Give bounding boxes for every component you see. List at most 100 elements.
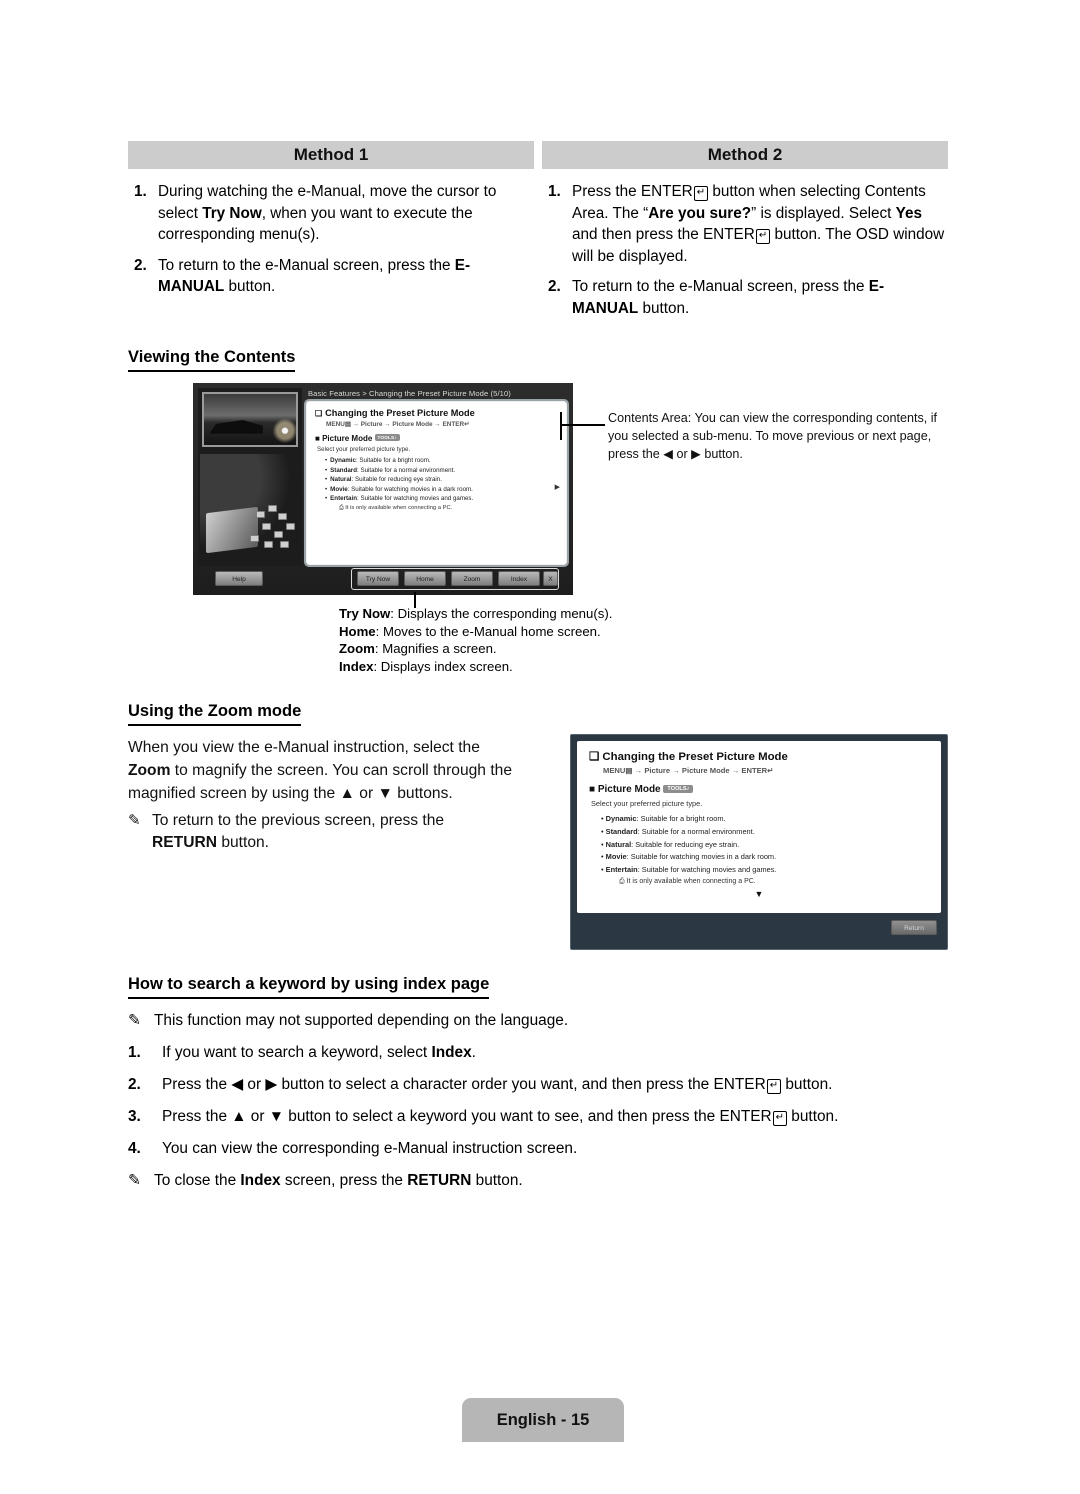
filled-square-icon: ■	[589, 784, 596, 795]
step-text: During watching the e-Manual, move the c…	[158, 183, 497, 243]
try-now-button[interactable]: Try Now	[357, 571, 399, 586]
note-text: To close the Index screen, press the RET…	[154, 1172, 523, 1189]
tools-badge: TOOLS♪	[663, 785, 694, 793]
pencil-note-icon: ✎	[128, 1172, 141, 1189]
list-item: Zoom: Magnifies a screen.	[339, 641, 497, 657]
step-number: 1.	[548, 183, 561, 200]
list-item: 1. Press the ENTER ↵ button when selectin…	[542, 181, 948, 267]
return-button[interactable]: Return	[891, 920, 937, 935]
zoom-panel-menu-path: MENU▤ → Picture → Picture Mode → ENTER↵	[603, 766, 774, 775]
list-item: 3. Press the ▲ or ▼ button to select a k…	[128, 1106, 928, 1128]
section-heading-viewing-contents: Viewing the Contents	[128, 348, 296, 372]
filled-square-icon: ■	[315, 434, 320, 443]
step-number: 3.	[128, 1108, 141, 1125]
home-button[interactable]: Home	[404, 571, 446, 586]
tv-artwork	[200, 454, 300, 562]
zoom-panel-note: Select your preferred picture type.	[591, 799, 703, 808]
list-item: 2. Press the ◀ or ▶ button to select a c…	[128, 1074, 928, 1096]
scroll-down-icon[interactable]: ▼	[589, 889, 929, 899]
list-item: • Natural: Suitable for reducing eye str…	[601, 839, 740, 849]
zoom-panel-subtitle: ■ Picture Mode TOOLS♪	[589, 784, 929, 795]
note-icon: ⎙	[619, 877, 625, 885]
method-1-steps: 1. During watching the e-Manual, move th…	[128, 169, 534, 298]
note-text: This function may not supported dependin…	[154, 1012, 569, 1029]
app-icon	[250, 535, 259, 542]
step-number: 2.	[134, 256, 147, 274]
checkbox-square-icon: ❑	[589, 751, 600, 763]
step-text: If you want to search a keyword, select …	[162, 1044, 476, 1061]
tv-set-graphic	[206, 506, 258, 554]
app-icon	[256, 511, 265, 518]
zoom-mode-screenshot: ❑ Changing the Preset Picture Mode MENU▤…	[570, 734, 948, 950]
list-item: Home: Moves to the e-Manual home screen.	[339, 623, 601, 639]
list-item: Index: Displays index screen.	[339, 658, 513, 674]
list-item: 2. To return to the e-Manual screen, pre…	[128, 255, 534, 298]
step-number: 1.	[134, 183, 147, 200]
zoom-mode-paragraph: When you view the e-Manual instruction, …	[128, 739, 512, 802]
contents-area[interactable]: ❑ Changing the Preset Picture Mode MENU▤ …	[304, 399, 569, 567]
note-row: ✎ To close the Index screen, press the R…	[128, 1170, 928, 1192]
callout-line-horizontal	[560, 424, 605, 426]
method-column-1: Method 1 1. During watching the e-Manual…	[128, 141, 534, 328]
breadcrumb: Basic Features > Changing the Preset Pic…	[308, 389, 511, 398]
step-text: You can view the corresponding e-Manual …	[162, 1140, 578, 1157]
contents-subtitle: ■ Picture Mode TOOLS♪	[315, 434, 558, 443]
zoom-panel-content[interactable]: ❑ Changing the Preset Picture Mode MENU▤…	[577, 741, 941, 913]
list-item: 2. To return to the e-Manual screen, pre…	[542, 276, 948, 319]
index-steps: ✎ This function may not supported depend…	[128, 1010, 928, 1202]
list-item: • Standard: Suitable for a normal environ…	[325, 466, 456, 474]
app-icon	[274, 531, 283, 538]
method-table: Method 1 1. During watching the e-Manual…	[128, 141, 948, 328]
method-2-steps: 1. Press the ENTER ↵ button when selectin…	[542, 169, 948, 319]
step-number: 4.	[128, 1140, 141, 1157]
callout-bracket-vertical	[560, 412, 562, 440]
list-item: 1. If you want to search a keyword, sele…	[128, 1042, 928, 1064]
list-item: • Natural: Suitable for reducing eye stra…	[325, 476, 442, 484]
list-item: • Movie: Suitable for watching movies in…	[601, 852, 777, 862]
app-icon	[280, 541, 289, 548]
zoom-mode-note: ✎ To return to the previous screen, pres…	[128, 810, 520, 854]
pencil-note-icon: ✎	[128, 812, 141, 829]
app-icon	[286, 523, 295, 530]
method-2-header: Method 2	[542, 141, 948, 169]
list-item: • Movie: Suitable for watching movies in …	[325, 485, 473, 493]
tv-left-panel	[198, 388, 302, 566]
index-button[interactable]: Index	[498, 571, 540, 586]
close-button[interactable]: X	[543, 571, 558, 586]
tv-button-bar: Help Try Now Home Zoom Index X	[193, 565, 573, 595]
next-page-arrow-icon[interactable]: ▶	[555, 483, 560, 491]
zoom-button[interactable]: Zoom	[451, 571, 493, 586]
list-item: • Entertain: Suitable for watching movie…	[601, 865, 777, 875]
tv-thumbnail-image	[202, 392, 298, 447]
help-button[interactable]: Help	[215, 571, 263, 586]
zoom-panel-button-bar: Return	[577, 913, 941, 943]
contents-title: ❑ Changing the Preset Picture Mode	[315, 408, 475, 418]
list-item: • Dynamic: Suitable for a bright room.	[325, 457, 431, 464]
contents-note: Select your preferred picture type.	[317, 446, 411, 453]
page-footer-label: English - 15	[462, 1398, 624, 1442]
pc-note: ⎙ It is only available when connecting a…	[619, 877, 756, 885]
app-icon	[268, 505, 277, 512]
tv-right-panel: Basic Features > Changing the Preset Pic…	[304, 387, 569, 567]
app-icon	[262, 523, 271, 530]
method-1-header: Method 1	[128, 141, 534, 169]
zoom-panel-title: ❑ Changing the Preset Picture Mode	[589, 751, 788, 763]
step-number: 2.	[128, 1076, 141, 1093]
app-icon	[278, 513, 287, 520]
list-item: • Standard: Suitable for a normal enviro…	[601, 826, 755, 836]
menu-path: MENU▤ → Picture → Picture Mode → ENTER↵	[326, 421, 470, 428]
note-row: ✎ This function may not supported depend…	[128, 1010, 928, 1032]
list-item: 4. You can view the corresponding e-Manu…	[128, 1138, 928, 1160]
step-text: To return to the e-Manual screen, press …	[158, 256, 471, 296]
note-icon: ⎙	[339, 504, 344, 511]
manual-page: Method 1 1. During watching the e-Manual…	[0, 0, 1080, 1494]
list-item: Try Now: Displays the corresponding menu…	[339, 606, 613, 621]
tv-screenshot-contents: Basic Features > Changing the Preset Pic…	[193, 383, 573, 595]
list-item: • Entertain: Suitable for watching movies…	[325, 495, 474, 503]
pencil-note-icon: ✎	[128, 1012, 141, 1029]
step-text: To return to the e-Manual screen, press …	[572, 278, 885, 317]
checkbox-square-icon: ❑	[315, 409, 323, 418]
section-heading-zoom-mode: Using the Zoom mode	[128, 702, 302, 726]
tools-badge: TOOLS♪	[374, 434, 400, 441]
step-text: Press the ◀ or ▶ button to select a char…	[162, 1076, 833, 1094]
